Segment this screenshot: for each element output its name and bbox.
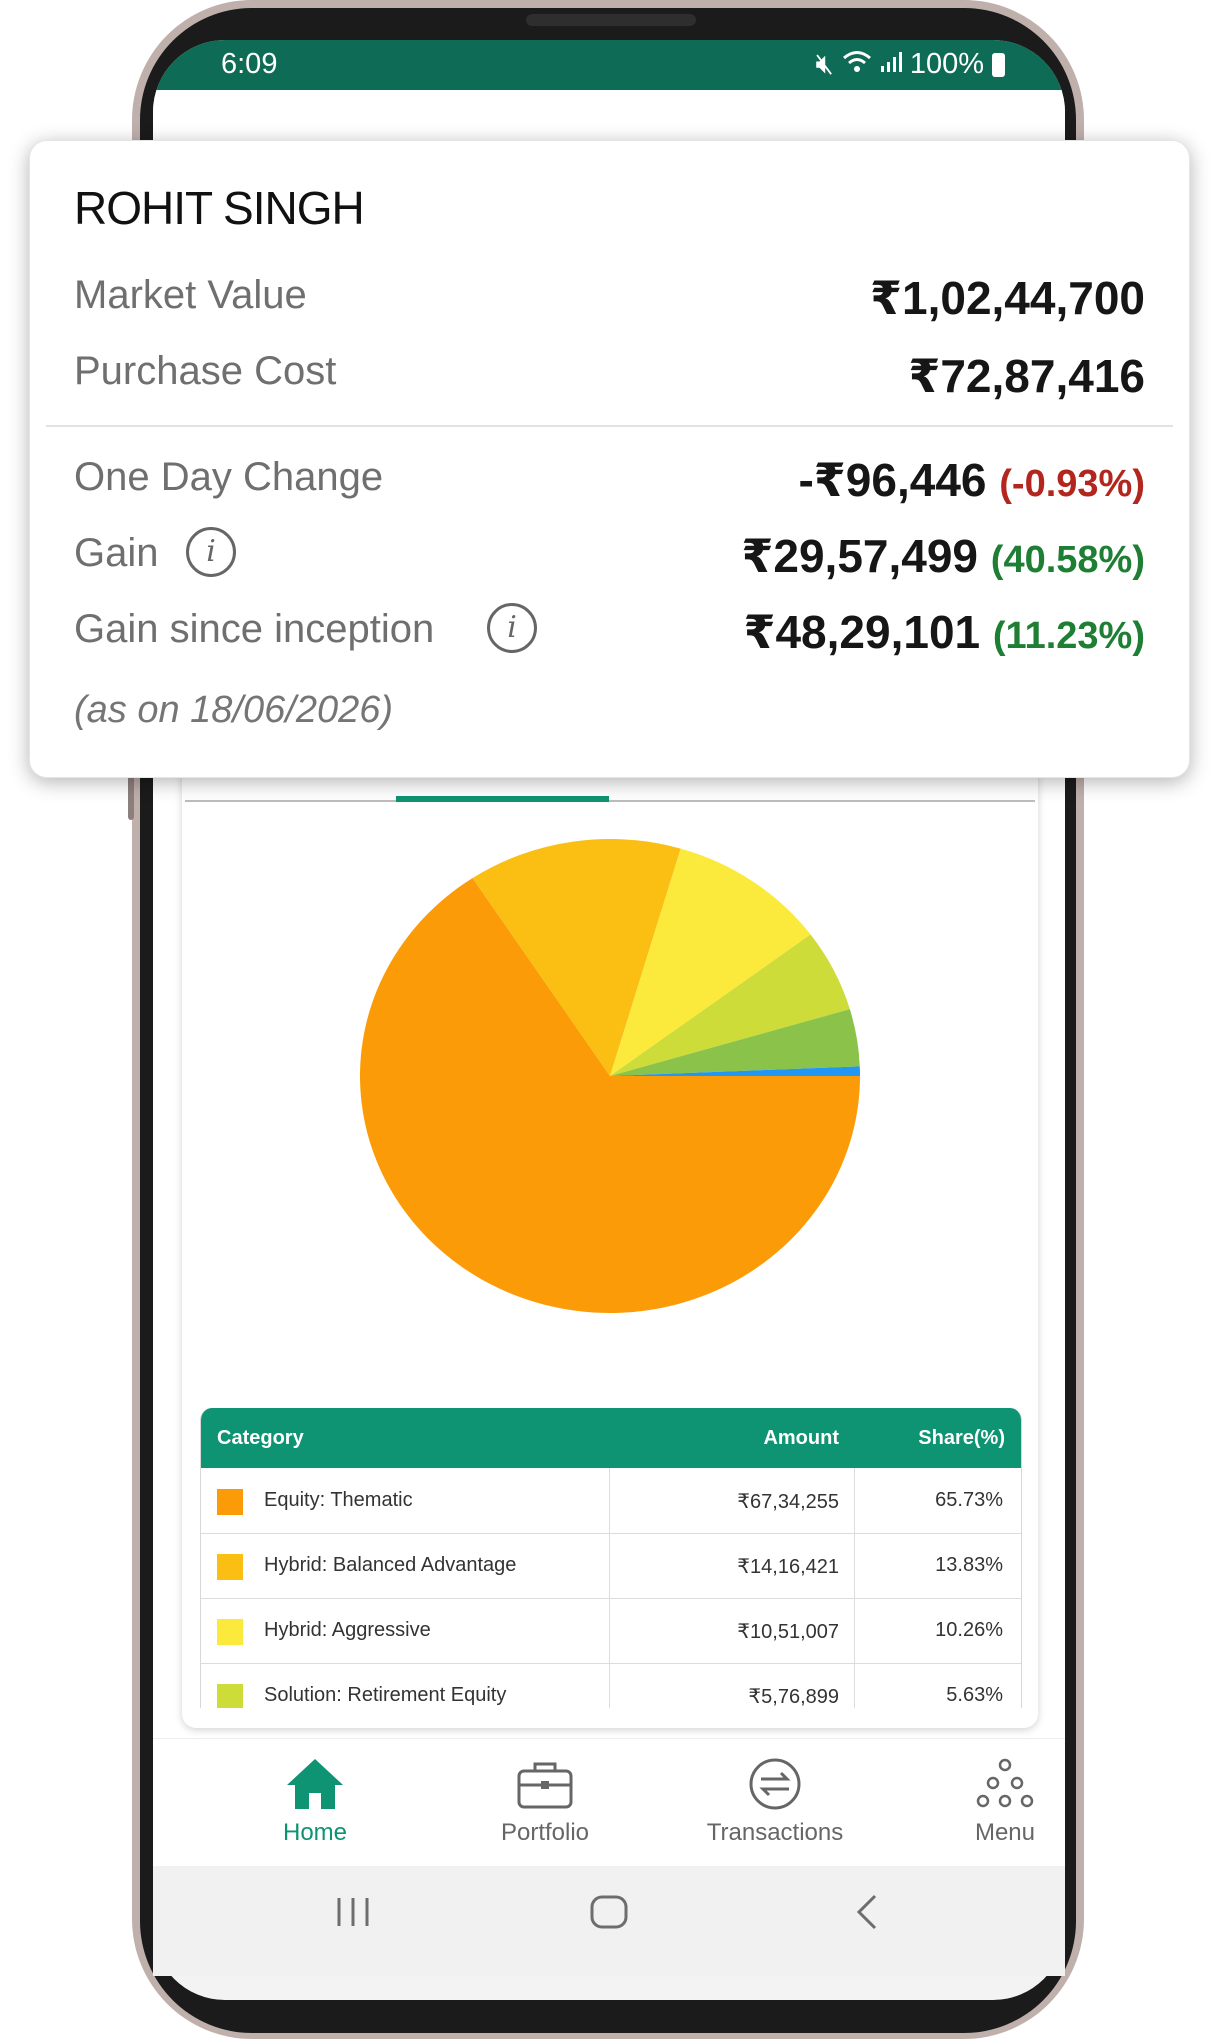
category-label: Equity: Thematic: [264, 1489, 413, 1511]
table-row[interactable]: Hybrid: Aggressive ₹10,51,007 10.26%: [201, 1598, 1021, 1664]
tabs-divider: [185, 800, 1035, 802]
back-icon[interactable]: [849, 1892, 889, 1941]
one-day-change-label: One Day Change: [74, 455, 384, 499]
gain-info-icon[interactable]: i: [186, 527, 236, 577]
nav-portfolio-label: Portfolio: [500, 1819, 590, 1846]
gain-value: ₹29,57,499: [741, 530, 979, 582]
gain-inception-percent: (11.23%): [992, 615, 1145, 657]
category-swatch: [217, 1489, 243, 1515]
table-row[interactable]: Equity: Thematic ₹67,34,255 65.73%: [201, 1468, 1021, 1534]
nav-menu[interactable]: Menu: [905, 1757, 1105, 1847]
gain-inception-label: Gain since inception: [74, 607, 435, 651]
one-day-change-percent: (-0.93%): [999, 463, 1145, 505]
one-day-change-value: -₹96,446: [798, 454, 987, 506]
home-button-icon[interactable]: [589, 1892, 629, 1941]
share-value: 65.73%: [935, 1489, 1003, 1511]
nav-transactions-label: Transactions: [706, 1819, 844, 1846]
system-navigation-bar: [153, 1866, 1065, 1976]
nav-home-label: Home: [282, 1819, 348, 1846]
market-value: ₹1,02,44,700: [869, 272, 1145, 324]
allocation-table: Category Amount Share(%) Equity: Themati…: [200, 1408, 1022, 1708]
category-swatch: [217, 1684, 243, 1708]
status-bar: 6:09 🔇︎ 100%: [153, 40, 1065, 90]
portfolio-summary-card: ROHIT SINGH Market Value ₹1,02,44,700 Pu…: [29, 140, 1190, 778]
bottom-nav: Home Portfolio Transactions Menu: [153, 1738, 1065, 1867]
amount-value: ₹5,76,899: [748, 1686, 839, 1708]
allocation-pie-chart: [360, 839, 860, 1313]
category-label: Hybrid: Balanced Advantage: [264, 1554, 517, 1576]
recents-icon[interactable]: [333, 1892, 373, 1941]
category-swatch: [217, 1554, 243, 1580]
battery-percent: 100%: [909, 48, 984, 80]
header-category: Category: [217, 1427, 304, 1449]
purchase-cost: ₹72,87,416: [908, 350, 1145, 402]
battery-icon: [992, 52, 1005, 77]
category-swatch: [217, 1619, 243, 1645]
active-tab-indicator: [396, 796, 609, 802]
phone-speaker: [526, 14, 696, 26]
table-row[interactable]: Solution: Retirement Equity ₹5,76,899 5.…: [201, 1663, 1021, 1708]
gain-label: Gain: [74, 531, 159, 575]
mute-icon: 🔇︎: [815, 48, 834, 80]
one-day-change-row: -₹96,446 (-0.93%): [798, 453, 1145, 507]
share-value: 10.26%: [935, 1619, 1003, 1641]
gain-percent: (40.58%): [990, 539, 1145, 581]
market-value-label: Market Value: [74, 273, 307, 317]
header-share: Share(%): [918, 1427, 1005, 1449]
gain-inception-value: ₹48,29,101: [743, 606, 981, 658]
summary-divider: [46, 425, 1173, 427]
nav-transactions[interactable]: Transactions: [675, 1757, 875, 1847]
nav-portfolio[interactable]: Portfolio: [445, 1757, 645, 1847]
menu-dots-icon: [976, 1758, 1034, 1808]
gain-inception-info-icon[interactable]: i: [487, 603, 537, 653]
home-icon: [287, 1759, 343, 1809]
nav-menu-label: Menu: [974, 1819, 1036, 1846]
header-amount: Amount: [763, 1427, 839, 1449]
category-label: Hybrid: Aggressive: [264, 1619, 431, 1641]
category-label: Solution: Retirement Equity: [264, 1684, 507, 1706]
as-on-date: (as on 18/06/2026): [74, 689, 394, 731]
amount-value: ₹10,51,007: [737, 1621, 839, 1643]
table-header: Category Amount Share(%): [201, 1408, 1021, 1468]
status-time: 6:09: [221, 48, 278, 80]
exchange-icon: [749, 1758, 801, 1810]
investor-name: ROHIT SINGH: [74, 182, 365, 234]
amount-value: ₹14,16,421: [737, 1556, 839, 1578]
signal-icon: [880, 48, 902, 81]
wifi-icon: [842, 48, 872, 81]
nav-home[interactable]: Home: [215, 1757, 415, 1847]
status-icons: 🔇︎ 100%: [816, 48, 1005, 81]
amount-value: ₹67,34,255: [737, 1491, 839, 1513]
share-value: 13.83%: [935, 1554, 1003, 1576]
share-value: 5.63%: [946, 1684, 1003, 1706]
gain-row: ₹29,57,499 (40.58%): [741, 529, 1145, 583]
table-row[interactable]: Hybrid: Balanced Advantage ₹14,16,421 13…: [201, 1533, 1021, 1599]
gain-inception-row: ₹48,29,101 (11.23%): [743, 605, 1145, 659]
briefcase-icon: [517, 1762, 573, 1809]
purchase-cost-label: Purchase Cost: [74, 349, 337, 393]
